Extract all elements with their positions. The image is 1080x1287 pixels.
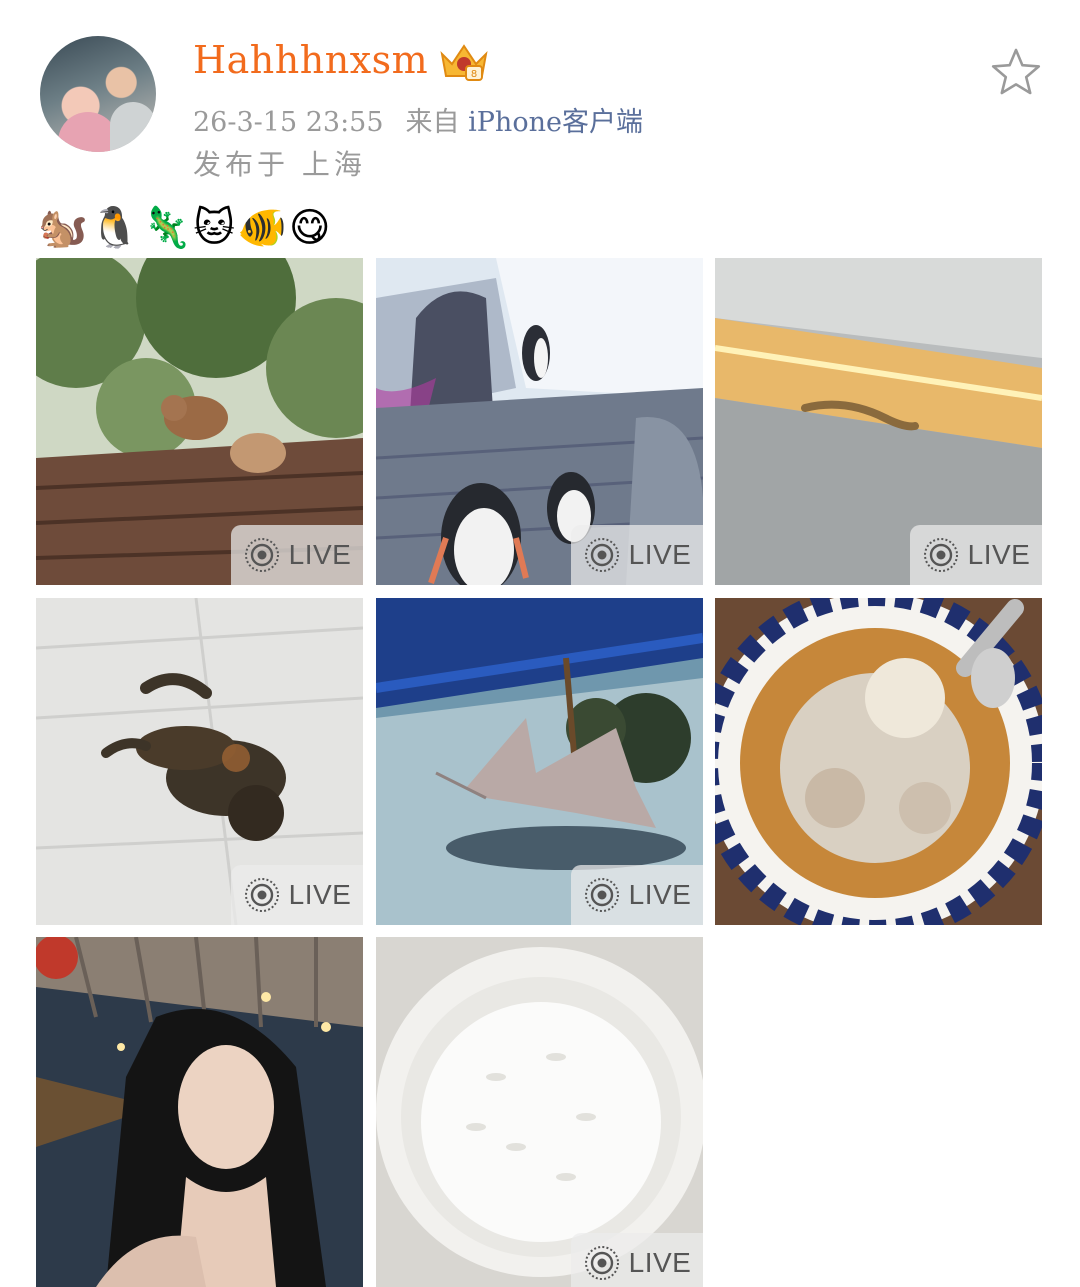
client-link[interactable]: iPhone客户端: [468, 107, 643, 138]
svg-text:8: 8: [471, 69, 477, 80]
image-grid: LIVE LIVE LIVE LIVE LIVE LIVE: [36, 258, 1044, 1287]
food-plate-photo: [715, 598, 1042, 925]
post-location: 发布于 上海: [193, 148, 366, 181]
live-badge: LIVE: [571, 525, 703, 585]
image-food-plate[interactable]: [715, 598, 1042, 925]
live-badge: LIVE: [910, 525, 1042, 585]
live-label: LIVE: [288, 539, 352, 570]
live-label: LIVE: [288, 879, 352, 910]
avatar[interactable]: [40, 36, 156, 152]
post-timestamp: 26-3-15 23:55: [193, 107, 384, 138]
star-outline-icon[interactable]: [990, 46, 1042, 98]
live-photo-icon: [584, 538, 619, 572]
live-label: LIVE: [628, 1247, 692, 1278]
selfie-photo: [36, 937, 363, 1287]
avatar-figure-child: [58, 112, 118, 152]
crown-vip-icon[interactable]: 8: [436, 40, 492, 84]
image-gecko[interactable]: LIVE: [715, 258, 1042, 585]
live-photo-icon: [244, 878, 279, 912]
live-badge: LIVE: [231, 525, 363, 585]
avatar-figure-adult: [110, 102, 156, 152]
image-cat[interactable]: LIVE: [36, 598, 363, 925]
live-badge: LIVE: [571, 1233, 703, 1287]
post-text: 🐿️🐧🦎🐱🐠😋: [38, 205, 333, 251]
image-selfie[interactable]: [36, 937, 363, 1287]
live-photo-icon: [923, 538, 958, 572]
source-prefix: 来自: [405, 107, 460, 138]
live-badge: LIVE: [231, 865, 363, 925]
username[interactable]: Hahhhnxsm: [193, 38, 428, 82]
live-label: LIVE: [628, 539, 692, 570]
live-photo-icon: [584, 1246, 619, 1280]
image-stingray[interactable]: LIVE: [376, 598, 703, 925]
live-label: LIVE: [628, 879, 692, 910]
post-meta: 26-3-15 23:55 来自 iPhone客户端: [193, 100, 643, 139]
image-squirrel[interactable]: LIVE: [36, 258, 363, 585]
live-photo-icon: [584, 878, 619, 912]
image-penguins[interactable]: LIVE: [376, 258, 703, 585]
live-label: LIVE: [967, 539, 1031, 570]
live-photo-icon: [244, 538, 279, 572]
live-badge: LIVE: [571, 865, 703, 925]
image-rice-bowl[interactable]: LIVE: [376, 937, 703, 1287]
